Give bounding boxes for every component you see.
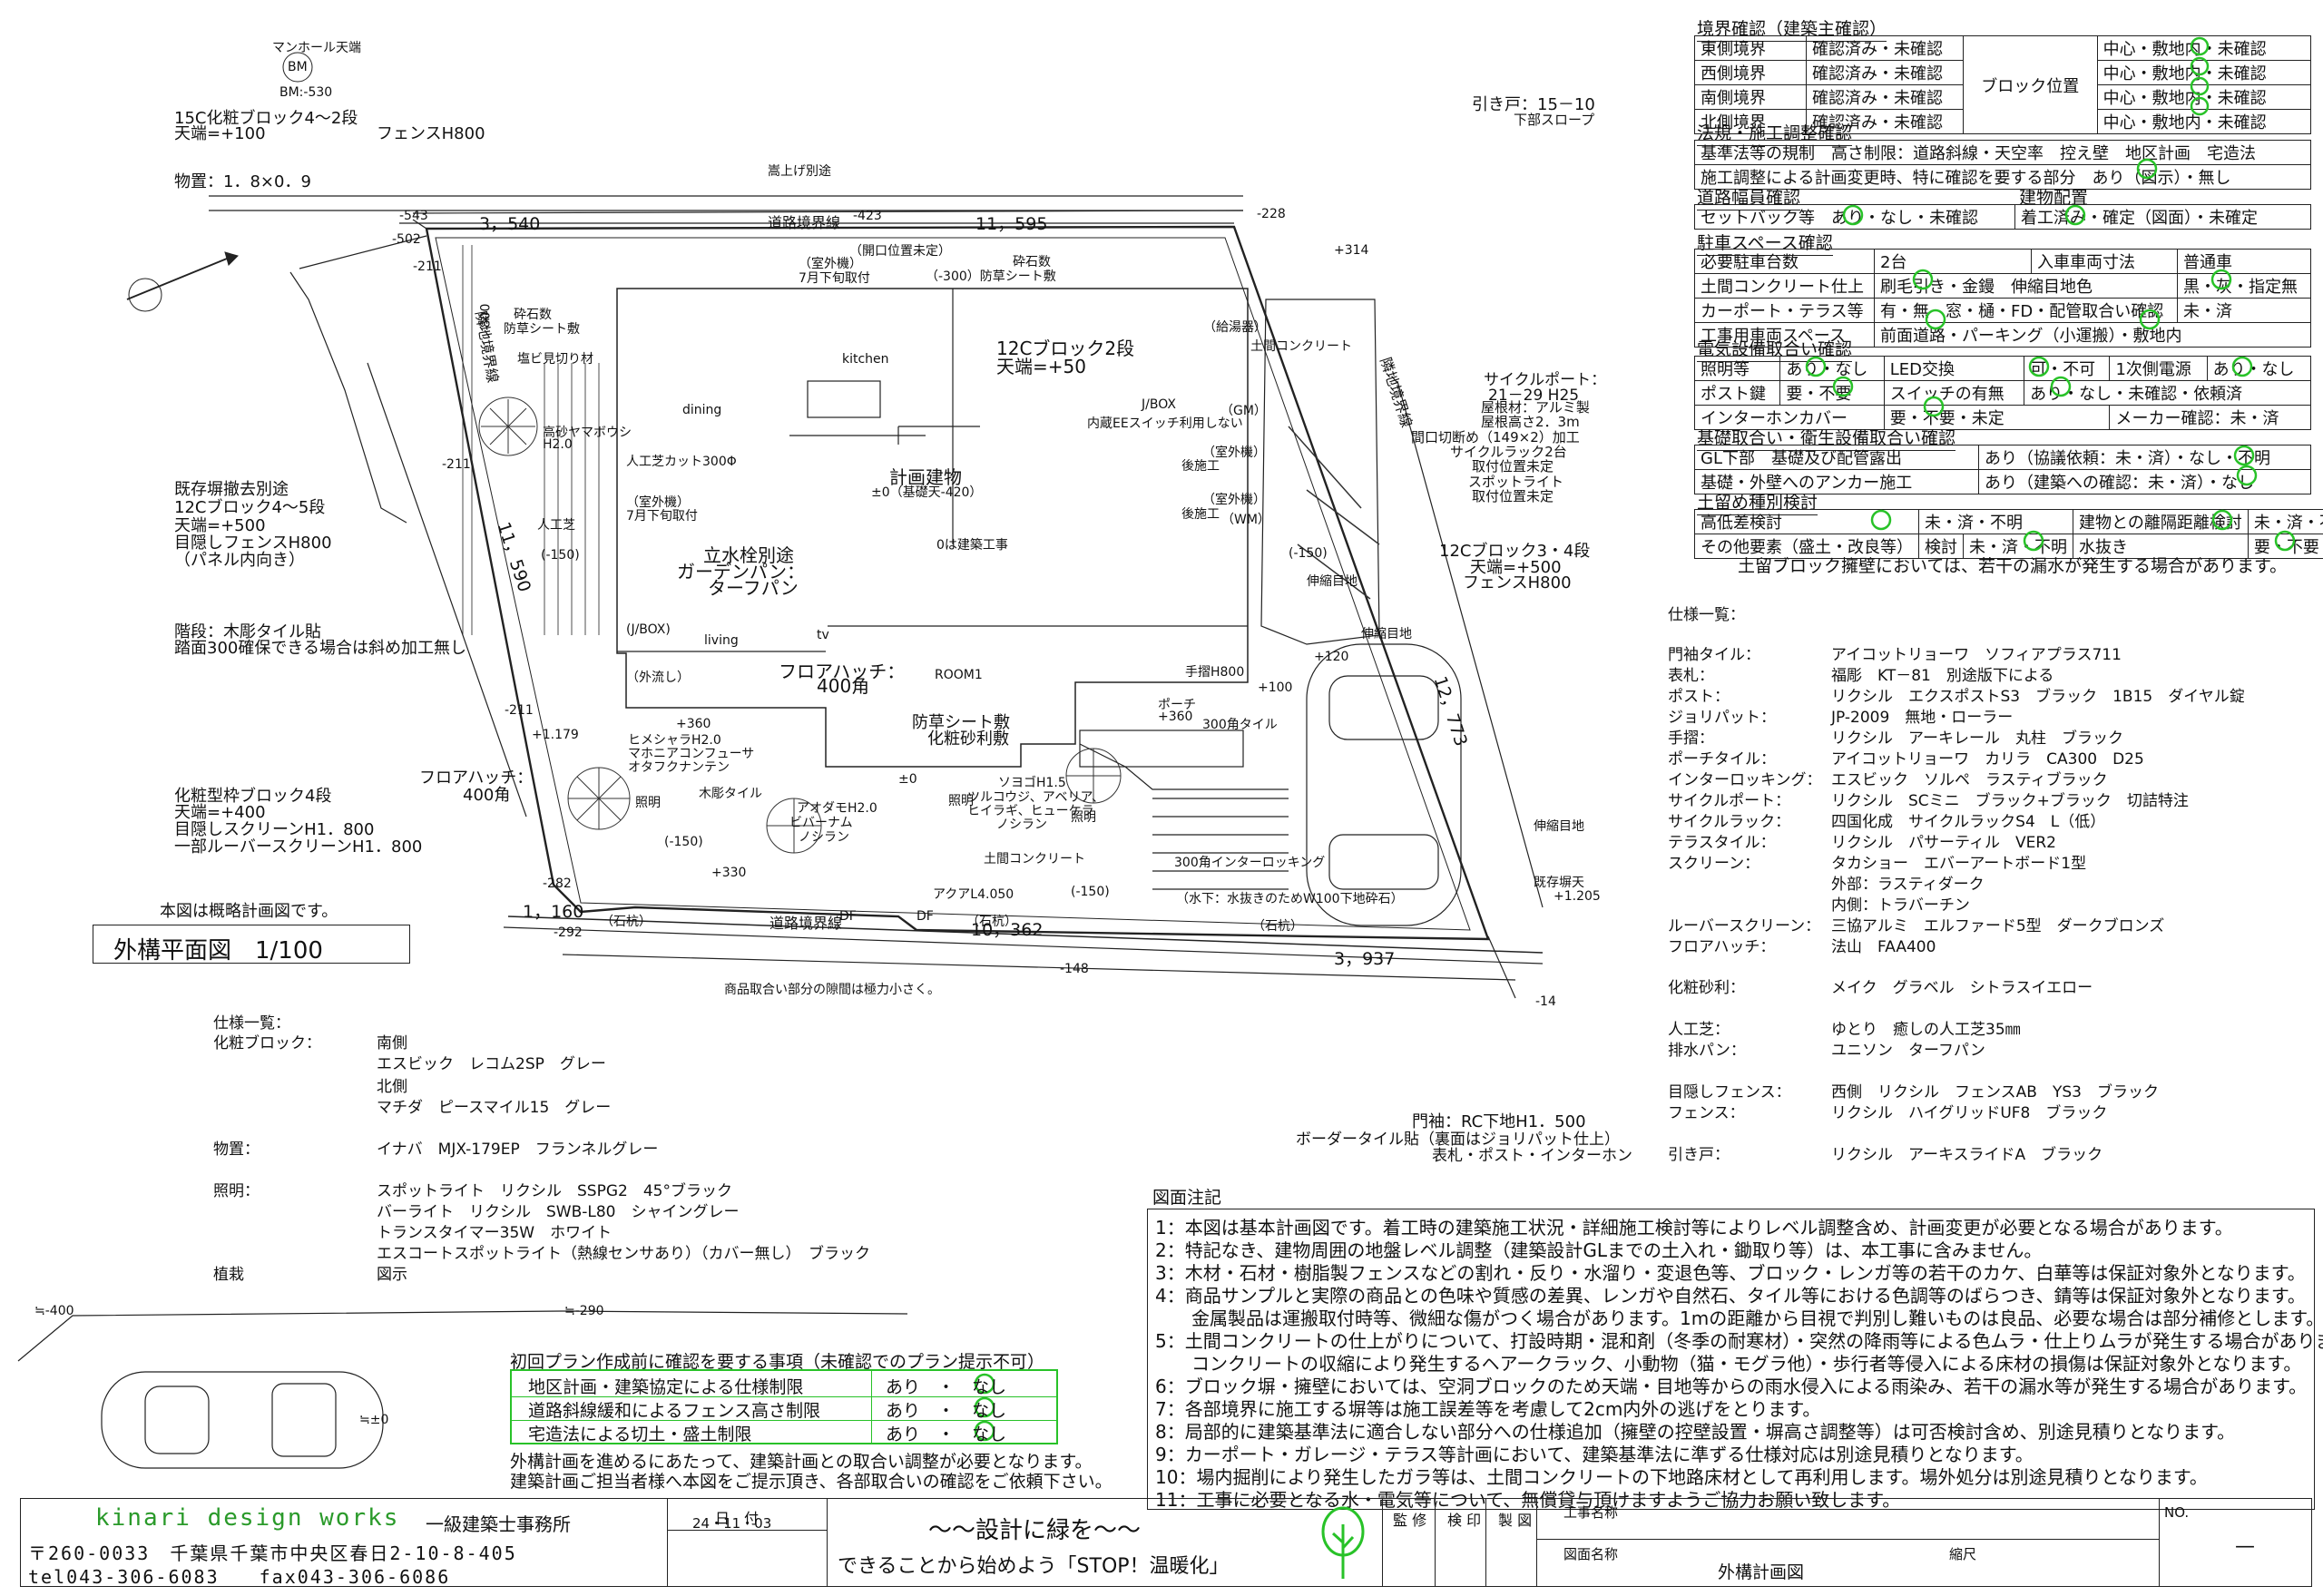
spec-right-row: スクリーン： タカショー エバーアートボード1型 [1668, 855, 2087, 873]
spec-right-row: 人工芝： ゆとり 癒しの人工芝35㎜ [1668, 1021, 2021, 1039]
spec-right-row: サイクルポート： リクシル SCミニ ブラック+ブラック 切詰特注 [1668, 792, 2189, 810]
company-address: 〒260-0033 千葉県千葉市中央区春日2-10-8-405 [28, 1542, 517, 1564]
precheck-foot-2: 建築計画ご担当者様へ本図をご提示頂き、各部取合いの確認をご依頼下さい。 [510, 1472, 1112, 1492]
spec-right-row: 門袖タイル： アイコットリョーワ ソフィアプラス711 [1668, 646, 2122, 664]
spec-right-row: 排水パン： ユニソン ターフパン [1668, 1042, 1985, 1060]
slogan-2: できることから始めよう「STOP！温暖化」 [838, 1555, 1230, 1578]
spec-right-row: 外部：ラスティダーク [1831, 876, 1985, 894]
spec-right-row: 内側：トラバーチン [1831, 896, 1970, 915]
spec-right-row: ポーチタイル： アイコットリョーワ カリラ CA300 D25 [1668, 750, 2144, 769]
spec-right-row: テラスタイル： リクシル パサーティル VER2 [1668, 834, 2056, 852]
company-phone: tel043-306-6083 fax043-306-6086 [28, 1566, 451, 1588]
no-label: NO. [2164, 1504, 2190, 1521]
slogan-1: ～～設計に緑を～～ [928, 1517, 1142, 1544]
precheck-row: 宅造法による切土・盛土制限 あり ・ なし [528, 1425, 1007, 1444]
project-label: 工事名称 [1563, 1504, 1619, 1521]
kenin-label: 検 印 [1447, 1512, 1482, 1529]
spec-right-row: ポスト： リクシル エクスポストS3 ブラック 1B15 ダイヤル錠 [1668, 688, 2245, 706]
spec-right-row: インターロッキング： エスビック ソルペ ラスティブラック [1668, 771, 2108, 789]
precheck-box: 地区計画・建築協定による仕様制限 あり ・ なし 道路斜線緩和によるフェンス高さ… [510, 1369, 1058, 1444]
notes-title: 図面注記 [1152, 1188, 1222, 1208]
company-name: kinari design works [95, 1504, 400, 1532]
spec-right-row: フェンス： リクシル ハイグリッドUF8 ブラック [1668, 1104, 2108, 1122]
spec-right-row: 引き戸： リクシル アーキスライドA ブラック [1668, 1146, 2103, 1164]
seizu-label: 製 図 [1498, 1512, 1533, 1529]
spec-right-row: サイクルラック： 四国化成 サイクルラックS4 L（低） [1668, 813, 2106, 831]
precheck-row: 地区計画・建築協定による仕様制限 あり ・ なし [512, 1373, 1056, 1397]
precheck-row: 道路斜線緩和によるフェンス高さ制限 あり ・ なし [512, 1396, 1056, 1421]
spec-right-row: 化粧砂利： メイク グラベル シトラスイエロー [1668, 979, 2093, 997]
notes-box: 1：本図は基本計画図です。着工時の建築施工状況・詳細施工検討等によりレベル調整含… [1147, 1209, 2323, 1511]
drawing-name: 外構計画図 [1718, 1562, 1805, 1582]
title-block: kinari design works 一級建築士事務所 〒260-0033 千… [20, 1498, 2312, 1588]
spec-right-row: 表札： 福彫 KT－81 別途版下による [1668, 667, 2054, 685]
tree-logo-icon [1321, 1506, 1365, 1579]
date-value: 24・11・03 [692, 1515, 772, 1532]
company-sub: 一級建築士事務所 [426, 1513, 571, 1535]
spec-right-row: フロアハッチ： 法山 FAA400 [1668, 938, 1936, 956]
no-value: — [2235, 1535, 2255, 1558]
spec-right-row: ジョリパット： JP-2009 無地・ローラー [1668, 709, 2014, 727]
drawing-label: 図面名称 [1563, 1546, 1619, 1562]
spec-right-row: 目隠しフェンス： 西側 リクシル フェンスAB YS3 ブラック [1668, 1083, 2159, 1102]
spec-right-row: 手摺： リクシル アーキレール 丸柱 ブラック [1668, 729, 2123, 748]
spec-right-row: ルーバースクリーン： 三協アルミ エルファード5型 ダークブロンズ [1668, 917, 2165, 935]
scale-label: 縮尺 [1949, 1546, 1977, 1562]
specs-right-header: 仕様一覧： [1668, 606, 1745, 624]
kanshu-label: 監 修 [1393, 1512, 1427, 1529]
